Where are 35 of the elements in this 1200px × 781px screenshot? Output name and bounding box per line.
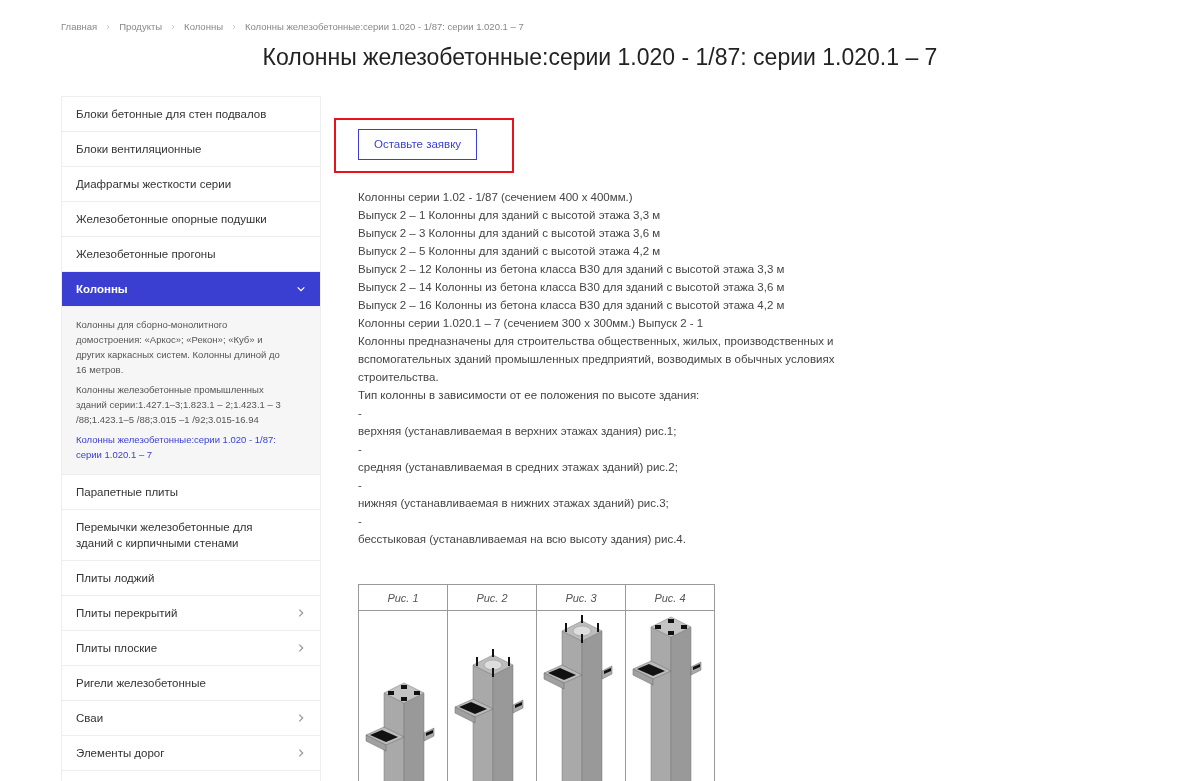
description-text: Выпуск 2 – 1 Колонны для зданий с высотой этажа 3,3 м [358,208,662,224]
figure-caption: Рис. 1 [358,584,448,611]
description-text: верхняя (устанавливаемая в верхних этажах здания) рис.1; [358,424,678,440]
breadcrumb-link[interactable]: Главная [61,20,98,35]
description-text: Выпуск 2 – 5 Колонны для зданий с высотой этажа 4,2 м [358,244,662,260]
breadcrumb-current[interactable]: Колонны железобетонные:серии 1.020 - 1/87: серии 1.020.1 – 7 [244,20,524,35]
figure-caption: Рис. 2 [447,584,537,611]
breadcrumb-link[interactable]: Колонны [184,20,223,35]
description-text: Колонны серии 1.02 - 1/87 (сечением 400 х 400мм.) [358,190,634,206]
breadcrumb-separator-icon [105,24,112,31]
page-title: Колонны железобетонные:серии 1.020 - 1/87: серии 1.020.1 – 7 [261,43,939,73]
description-text: Колонны предназначены для строительства общественных, жилых, производственных и вспомогательных зданий промышленных предприятий, возводимых в обычных условиях строительства. [358,334,836,386]
description-text: бесстыковая (устанавливаемая на всю высоту здания) рис.4. [358,532,687,548]
description-text: Выпуск 2 – 14 Колонны из бетона класса В30 для зданий с высотой этажа 3,6 м [358,280,786,296]
description-text: - [358,478,363,494]
description-text: - [358,442,363,458]
description-text: средняя (устанавливаемая в средних этажах зданий) рис.2; [358,460,679,476]
submenu-link[interactable]: Колонны железобетонные:серии 1.020 - 1/87: серии 1.020.1 – 7 [76,432,286,463]
description-text: Колонны серии 1.020.1 – 7 (сечением 300 х 300мм.) Выпуск 2 - 1 [358,316,705,332]
breadcrumb-link[interactable]: Продукты [119,20,163,35]
breadcrumb-separator-icon [230,24,237,31]
submenu-link[interactable]: Колонны железобетонные промышленных зданий серии:1.427.1–3;1.823.1 – 2;1.423.1 – 3 /88;1.423.1–5 /88;3.015 –1 /92;3.015-16.94 [76,382,286,428]
description-text: Выпуск 2 – 12 Колонны из бетона класса В30 для зданий с высотой этажа 3,3 м [358,262,786,278]
description-text: - [358,514,363,530]
submenu-link[interactable]: Колонны для сборно-монолитного домостроения: «Аркос»; «Рекон»; «Куб» и других каркасных систем. Колонны длиной до 16 метров. [76,317,286,378]
figure-caption: Рис. 3 [536,584,626,611]
description-text: - [358,406,363,422]
request-button[interactable]: Оставьте заявку [358,129,478,161]
breadcrumb-separator-icon [170,24,177,31]
sidebar-item[interactable]: Колонны [62,272,320,308]
description-text: Выпуск 2 – 3 Колонны для зданий с высотой этажа 3,6 м [358,226,662,242]
description-text: Тип колонны в зависимости от ее положения по высоте здания: [358,388,701,404]
description-text: Выпуск 2 – 16 Колонны из бетона класса В30 для зданий с высотой этажа 4,2 м [358,298,786,314]
figure-caption: Рис. 4 [625,584,715,611]
description-text: нижняя (устанавливаемая в нижних этажах зданий) рис.3; [358,496,670,512]
